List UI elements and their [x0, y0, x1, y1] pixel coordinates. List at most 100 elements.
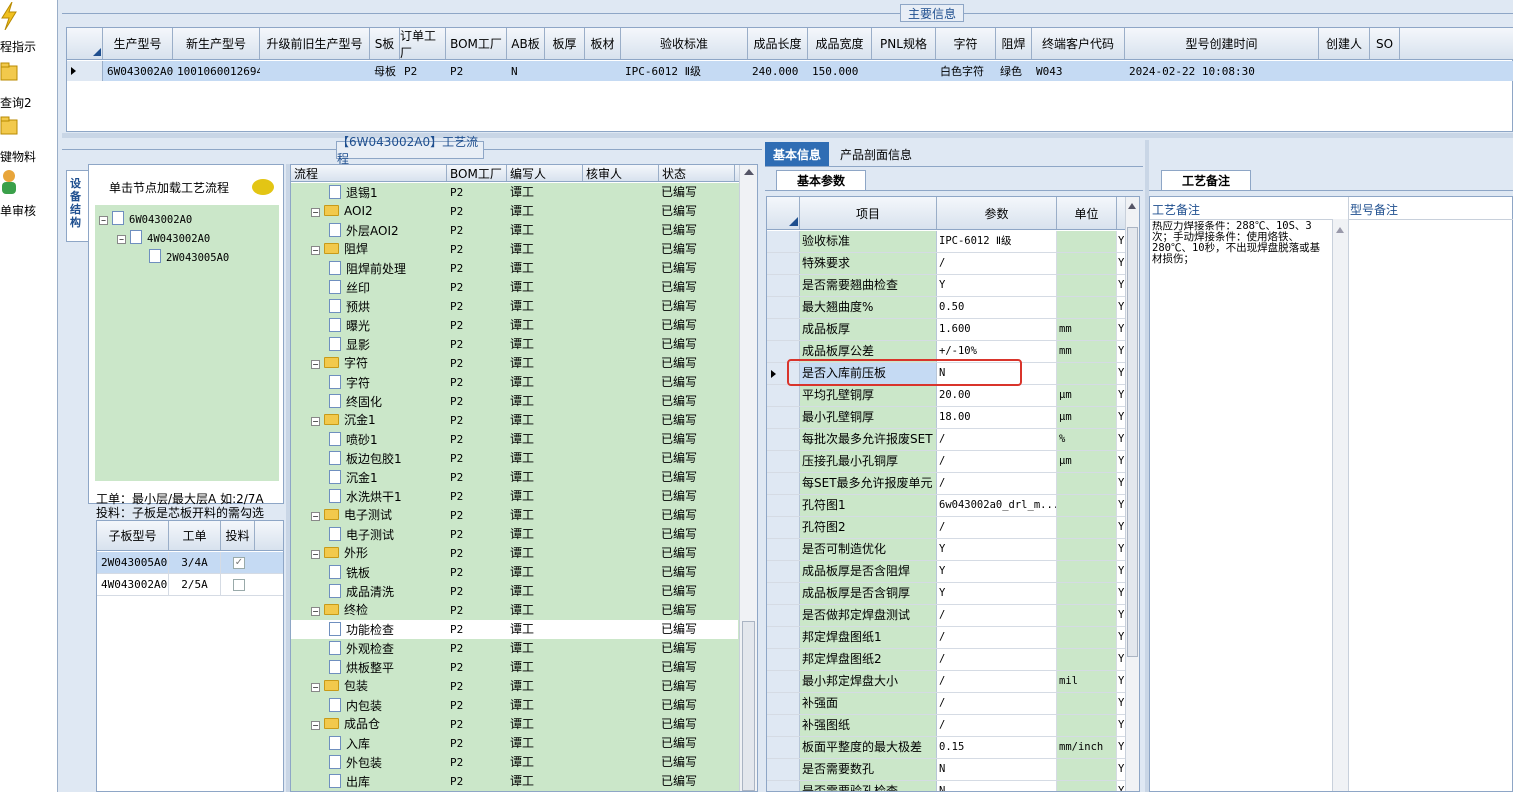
col-header[interactable]: 成品长度 [748, 28, 808, 59]
feed-checkbox[interactable] [233, 579, 245, 591]
param-value[interactable]: Y [937, 561, 1057, 582]
col-header[interactable]: 升级前旧生产型号 [260, 28, 370, 59]
list-item[interactable]: − 阻焊 P2 谭工 已编写 [291, 240, 738, 259]
param-value[interactable]: 0.50 [937, 297, 1057, 318]
param-value[interactable]: / [937, 253, 1057, 274]
param-value[interactable]: N [937, 759, 1057, 780]
table-row[interactable]: 孔符图1 6w043002a0_drl_m... Y [767, 495, 1127, 517]
col-header[interactable]: 板厚 [545, 28, 585, 59]
list-item[interactable]: 字符 P2 谭工 已编写 [291, 373, 738, 392]
col-header[interactable]: 验收标准 [621, 28, 748, 59]
nav-item[interactable]: 单审核 [0, 166, 58, 218]
table-cell[interactable]: 白色字符 [936, 61, 996, 81]
list-item[interactable]: 成品清洗 P2 谭工 已编写 [291, 582, 738, 601]
param-value[interactable]: 6w043002a0_drl_m... [937, 495, 1057, 516]
table-cell[interactable]: 母板 [370, 61, 400, 81]
table-row[interactable]: 平均孔壁铜厚 20.00 μm Y [767, 385, 1127, 407]
list-item[interactable]: 内包装 P2 谭工 已编写 [291, 696, 738, 715]
table-row[interactable]: 6W043002A010010600126941母板P2P2NIPC-6012 … [67, 61, 1513, 81]
table-row[interactable]: 压接孔最小孔铜厚 / μm Y [767, 451, 1127, 473]
table-cell[interactable] [1370, 61, 1400, 81]
param-value[interactable]: 1.600 [937, 319, 1057, 340]
table-row[interactable]: 是否需要验孔检查 N Y [767, 781, 1127, 791]
col-header[interactable]: 工单 [169, 521, 221, 550]
table-cell[interactable]: 绿色 [996, 61, 1032, 81]
remarks-scrollbar[interactable] [1332, 219, 1348, 791]
list-item[interactable]: − 外形 P2 谭工 已编写 [291, 544, 738, 563]
list-item[interactable]: − 包装 P2 谭工 已编写 [291, 677, 738, 696]
param-value[interactable]: Y [937, 275, 1057, 296]
table-row[interactable]: 成品板厚是否含铜厚 Y Y [767, 583, 1127, 605]
list-item[interactable]: 电子测试 P2 谭工 已编写 [291, 525, 738, 544]
tree-node[interactable]: 2W043005A0 [149, 247, 229, 264]
table-row[interactable]: 邦定焊盘图纸2/Y [767, 649, 1127, 671]
tree-node[interactable]: −6W043002A0 [99, 209, 192, 226]
param-value[interactable]: 18.00 [937, 407, 1057, 428]
tab-section-info[interactable]: 产品剖面信息 [834, 142, 918, 166]
col-header[interactable]: 板材 [585, 28, 621, 59]
col-header[interactable]: 阻焊 [996, 28, 1032, 59]
param-value[interactable]: 0.15 [937, 737, 1057, 758]
col-header[interactable]: 订单工厂 [400, 28, 446, 60]
list-item[interactable]: 退锡1 P2 谭工 已编写 [291, 183, 738, 202]
col-header[interactable]: 单位 [1057, 197, 1117, 229]
table-row[interactable]: 成品板厚是否含阻焊 Y Y [767, 561, 1127, 583]
col-header[interactable]: 流程 [291, 165, 447, 181]
param-value[interactable]: Y [937, 539, 1057, 560]
param-value[interactable]: / [937, 715, 1057, 736]
list-item[interactable]: − 沉金1 P2 谭工 已编写 [291, 411, 738, 430]
col-header[interactable]: S板 [370, 28, 400, 59]
feed-checkbox[interactable]: ✓ [233, 557, 245, 569]
table-cell[interactable]: IPC-6012 Ⅱ级 [621, 61, 748, 81]
col-header[interactable]: BOM工厂 [446, 28, 507, 59]
table-row[interactable]: 补强图纸 / Y [767, 715, 1127, 737]
table-row[interactable]: 邦定焊盘图纸1/Y [767, 627, 1127, 649]
tab-device-structure[interactable]: 设备结构 [66, 170, 88, 242]
col-header[interactable]: 参数 [937, 197, 1057, 229]
table-cell[interactable]: 2024-02-22 10:08:30 [1125, 61, 1319, 81]
list-item[interactable]: 阻焊前处理 P2 谭工 已编写 [291, 259, 738, 278]
param-value[interactable]: / [937, 429, 1057, 450]
tab-process-remarks[interactable]: 工艺备注 [1161, 170, 1251, 190]
col-header[interactable]: 创建人 [1319, 28, 1370, 59]
list-item[interactable]: − 成品仓 P2 谭工 已编写 [291, 715, 738, 734]
col-header[interactable]: AB板 [507, 28, 545, 59]
col-header[interactable]: 项目 [800, 197, 937, 229]
col-header[interactable]: SO [1370, 28, 1400, 59]
table-cell[interactable]: 10010600126941 [173, 61, 260, 81]
tab-basic-info[interactable]: 基本信息 [765, 142, 829, 166]
list-item[interactable]: − 终检 P2 谭工 已编写 [291, 601, 738, 620]
col-header[interactable]: 投料 [221, 521, 255, 550]
table-row[interactable]: 最小孔壁铜厚 18.00 μm Y [767, 407, 1127, 429]
flow-scrollbar[interactable] [739, 165, 757, 791]
table-cell[interactable]: 6W043002A0 [103, 61, 173, 81]
col-header[interactable]: 字符 [936, 28, 996, 59]
table-row[interactable]: 验收标准 IPC-6012 Ⅱ级 Y [767, 231, 1127, 253]
table-row[interactable]: 每批次最多允许报废SET /% Y [767, 429, 1127, 451]
table-cell[interactable] [872, 61, 936, 81]
list-item[interactable]: 出库 P2 谭工 已编写 [291, 772, 738, 791]
tree-node[interactable]: −4W043002A0 [117, 228, 210, 245]
col-header[interactable]: 状态 [659, 165, 735, 181]
table-row[interactable]: 是否需要翘曲检查 Y Y [767, 275, 1127, 297]
list-item[interactable]: 烘板整平 P2 谭工 已编写 [291, 658, 738, 677]
col-header[interactable]: 子板型号 [97, 521, 169, 550]
table-row[interactable]: 最小邦定焊盘大小 / mil Y [767, 671, 1127, 693]
table-row[interactable]: 成品板厚 1.600 mm Y [767, 319, 1127, 341]
list-item[interactable]: − 字符 P2 谭工 已编写 [291, 354, 738, 373]
param-value[interactable]: / [937, 605, 1057, 626]
table-cell[interactable]: 240.000 [748, 61, 808, 81]
table-row[interactable]: 每SET最多允许报废单元 / Y [767, 473, 1127, 495]
table-row[interactable]: 2W043005A0 3/4A ✓ [97, 552, 283, 574]
list-item[interactable]: 曝光 P2 谭工 已编写 [291, 316, 738, 335]
list-item[interactable]: 板边包胶1 P2 谭工 已编写 [291, 449, 738, 468]
table-row[interactable]: 特殊要求 / Y [767, 253, 1127, 275]
col-header[interactable]: 新生产型号 [173, 28, 260, 59]
param-value[interactable]: N [937, 781, 1057, 791]
param-value[interactable]: / [937, 627, 1057, 648]
col-header[interactable]: BOM工厂 [447, 165, 507, 181]
table-row[interactable]: 板面平整度的最大极差 0.15 mm/inch Y [767, 737, 1127, 759]
param-value[interactable]: IPC-6012 Ⅱ级 [937, 231, 1057, 252]
table-row[interactable]: 补强面 / Y [767, 693, 1127, 715]
table-cell[interactable] [585, 61, 621, 81]
